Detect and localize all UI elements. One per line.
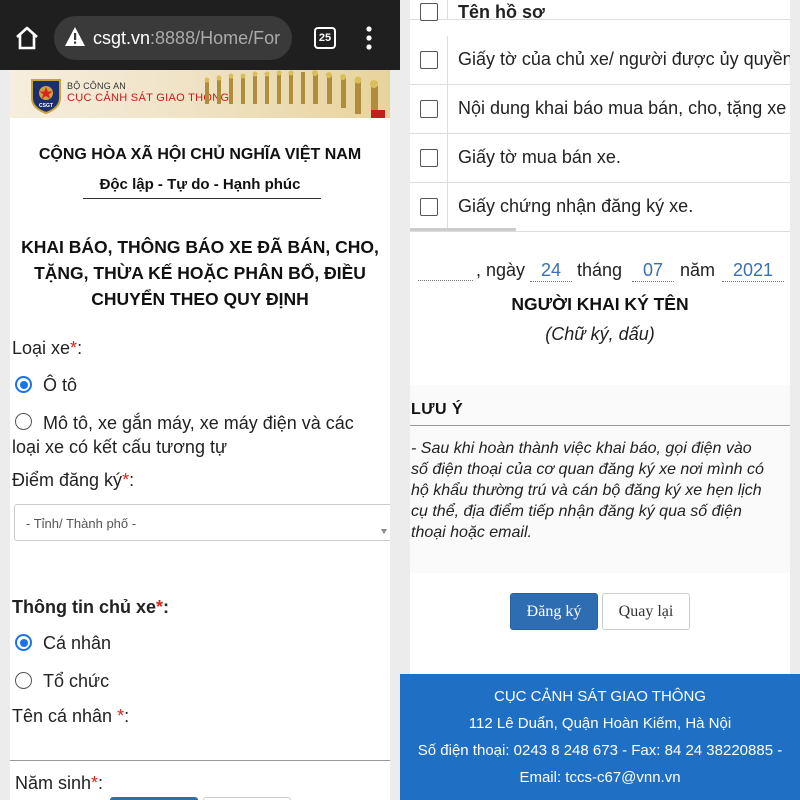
- row-checkbox[interactable]: [420, 100, 438, 118]
- radio-individual[interactable]: [15, 634, 32, 651]
- year-input[interactable]: 2021: [722, 260, 784, 282]
- note-section: LƯU Ý - Sau khi hoàn thành việc khai báo…: [410, 385, 790, 573]
- left-screenshot: csgt.vn:8888/Home/For 25 CSGT BỘ CÔNG AN…: [0, 0, 400, 800]
- overflow-menu-icon[interactable]: [360, 24, 378, 52]
- table-header: Tên hồ sơ: [458, 2, 545, 22]
- row-checkbox[interactable]: [420, 149, 438, 167]
- province-select[interactable]: - Tỉnh/ Thành phố -: [14, 504, 390, 541]
- footer-phone: Số điện thoại: 0243 8 248 673 - Fax: 84 …: [417, 742, 783, 759]
- site-footer: CỤC CẢNH SÁT GIAO THÔNG 112 Lê Duẩn, Quậ…: [400, 674, 800, 800]
- radio-motorbike-label: Mô tô, xe gắn máy, xe máy điện và các: [43, 413, 354, 433]
- warning-icon[interactable]: [64, 26, 86, 48]
- form-title-line: CHUYỂN THEO QUY ĐỊNH: [91, 289, 309, 309]
- radio-motorbike-label: loại xe có kết cấu tương tự: [12, 437, 228, 457]
- back-button[interactable]: Quay lại: [602, 593, 690, 630]
- footer-address: 112 Lê Duẩn, Quận Hoàn Kiếm, Hà Nội: [468, 715, 732, 732]
- radio-car-label: Ô tô: [43, 375, 78, 395]
- radio-organization-label: Tổ chức: [43, 671, 110, 691]
- parade-image: [204, 70, 385, 118]
- owner-name-label: Tên cá nhân *:: [12, 706, 130, 726]
- browser-toolbar: csgt.vn:8888/Home/For 25: [0, 0, 400, 70]
- province-select-value: - Tỉnh/ Thành phố -: [26, 516, 137, 531]
- table-row: Giấy tờ mua bán xe.: [410, 134, 790, 183]
- radio-individual-label: Cá nhân: [43, 633, 112, 653]
- note-title: LƯU Ý: [411, 401, 464, 418]
- year-word: năm: [680, 260, 716, 280]
- form-title-line: TẶNG, THỪA KẾ HOẶC PHÂN BỔ, ĐIỀU: [34, 263, 366, 283]
- table-cell-text: Giấy tờ của chủ xe/ người được ủy quyền: [458, 49, 790, 69]
- motto-underline: [83, 198, 321, 199]
- address-bar[interactable]: csgt.vn:8888/Home/For: [54, 16, 292, 60]
- date-row: , ngày 24 tháng 07 năm 2021: [410, 259, 790, 285]
- form-title-line: KHAI BÁO, THÔNG BÁO XE ĐÃ BÁN, CHO,: [21, 237, 379, 257]
- table-row: Nội dung khai báo mua bán, cho, tặng xe: [410, 85, 790, 134]
- footer-email[interactable]: Email: tccs-c67@vnn.vn: [400, 769, 800, 786]
- chevron-down-icon: [381, 529, 387, 534]
- note-line: số điện thoại của cơ quan đăng ký xe nơi…: [411, 461, 764, 478]
- footer-org: CỤC CẢNH SÁT GIAO THÔNG: [494, 688, 706, 705]
- form-page: CSGT BỘ CÔNG AN CỤC CẢNH SÁT GIAO THÔNG: [10, 70, 390, 800]
- note-line: - Sau khi hoàn thành việc khai báo, gọi …: [411, 440, 752, 457]
- note-line: hộ khẩu thường trú và cán bộ đăng ký xe …: [411, 482, 762, 499]
- register-button[interactable]: Đăng ký: [510, 593, 598, 630]
- radio-motorbike[interactable]: [15, 413, 32, 430]
- table-row: Giấy chứng nhận đăng ký xe.: [410, 183, 790, 232]
- owner-name-input[interactable]: [10, 760, 390, 761]
- row-checkbox[interactable]: [420, 51, 438, 69]
- month-word: tháng: [577, 260, 623, 280]
- motto-heading: Độc lập - Tự do - Hạnh phúc: [99, 176, 301, 193]
- form-title: KHAI BÁO, THÔNG BÁO XE ĐÃ BÁN, CHO, TẶNG…: [10, 234, 390, 312]
- table-row: Giấy tờ của chủ xe/ người được ủy quyền: [410, 36, 790, 85]
- day-input[interactable]: 24: [530, 260, 572, 282]
- site-banner: CSGT BỘ CÔNG AN CỤC CẢNH SÁT GIAO THÔNG: [10, 70, 390, 118]
- table-cell-text: Giấy tờ mua bán xe.: [458, 147, 621, 167]
- banner-ministry: BỘ CÔNG AN: [67, 81, 127, 91]
- table-cell: [410, 134, 448, 182]
- logo-lettering: CSGT: [39, 103, 53, 109]
- table-scrollbar[interactable]: [410, 228, 516, 231]
- nation-heading: CỘNG HÒA XÃ HỘI CHỦ NGHĨA VIỆT NAM: [38, 146, 362, 163]
- owner-info-label: Thông tin chủ xe*:: [12, 597, 170, 617]
- radio-car[interactable]: [15, 376, 32, 393]
- note-divider: [410, 425, 790, 426]
- birth-year-label: Năm sinh*:: [15, 773, 104, 793]
- table-cell-text: Giấy chứng nhận đăng ký xe.: [458, 196, 694, 216]
- police-logo-icon: CSGT: [31, 79, 61, 114]
- tab-count-icon[interactable]: 25: [314, 27, 336, 49]
- signer-heading: NGƯỜI KHAI KÝ TÊN: [511, 294, 689, 314]
- month-input[interactable]: 07: [632, 260, 674, 282]
- home-icon[interactable]: [14, 25, 40, 51]
- place-input[interactable]: [418, 259, 473, 281]
- note-line: cụ thể, địa điểm tiếp nhận đăng ký qua s…: [411, 503, 742, 520]
- note-line: thoại hoặc email.: [411, 524, 532, 541]
- table-cell: [410, 85, 448, 133]
- table-cell: [410, 0, 448, 21]
- right-screenshot: Tên hồ sơ Giấy tờ của chủ xe/ người được…: [400, 0, 800, 800]
- note-body: - Sau khi hoàn thành việc khai báo, gọi …: [411, 438, 789, 543]
- select-all-checkbox[interactable]: [420, 3, 438, 21]
- table-cell: [410, 183, 448, 231]
- signature-note: (Chữ ký, dấu): [545, 324, 655, 344]
- vehicle-type-label: Loại xe*:: [12, 338, 83, 358]
- radio-organization[interactable]: [15, 672, 32, 689]
- date-prefix: , ngày: [476, 260, 526, 280]
- table-cell: [410, 36, 448, 84]
- table-header-row: Tên hồ sơ: [410, 0, 790, 22]
- registration-point-label: Điểm đăng ký*:: [12, 470, 135, 490]
- table-cell-text: Nội dung khai báo mua bán, cho, tặng xe: [458, 98, 787, 118]
- url-text: csgt.vn:8888/Home/For: [93, 28, 281, 48]
- row-checkbox[interactable]: [420, 198, 438, 216]
